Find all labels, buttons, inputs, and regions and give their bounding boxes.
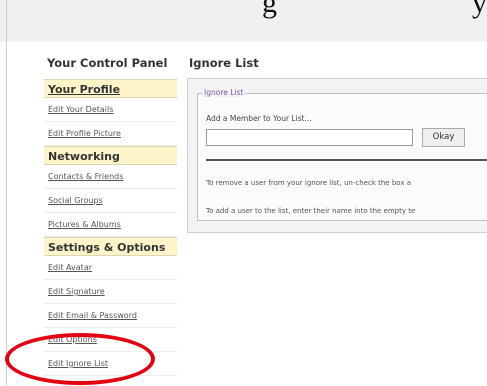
sidebar-item-edit-avatar[interactable]: Edit Avatar [44,256,177,280]
add-member-label: Add a Member to Your List... [206,114,312,123]
section-divider [206,159,487,161]
fieldset-legend: Ignore List [202,88,246,97]
ignore-list-fieldset: Ignore List Add a Member to Your List...… [197,88,487,221]
sidebar: Your Profile Edit Your Details Edit Prof… [44,79,177,376]
left-divider [6,0,7,386]
sidebar-section-networking: Networking [44,146,177,165]
sidebar-section-your-profile[interactable]: Your Profile [44,79,177,98]
help-text-add: To add a user to the list, enter their n… [206,207,416,215]
page-title: Ignore List [189,56,259,70]
ignore-list-panel: Ignore List Add a Member to Your List...… [187,78,487,233]
banner-text: gy [262,0,487,19]
okay-button[interactable]: Okay [422,128,465,147]
highlight-circle-annotation [5,333,155,385]
sidebar-item-edit-profile-picture[interactable]: Edit Profile Picture [44,122,177,146]
sidebar-item-edit-email-password[interactable]: Edit Email & Password [44,304,177,328]
top-banner: gy [0,0,487,42]
help-text-remove: To remove a user from your ignore list, … [206,179,411,187]
sidebar-item-pictures-albums[interactable]: Pictures & Albums [44,213,177,237]
sidebar-item-social-groups[interactable]: Social Groups [44,189,177,213]
sidebar-item-contacts-friends[interactable]: Contacts & Friends [44,165,177,189]
sidebar-section-settings-options: Settings & Options [44,237,177,256]
control-panel-title: Your Control Panel [47,56,168,70]
add-member-input[interactable] [206,129,413,146]
sidebar-item-edit-signature[interactable]: Edit Signature [44,280,177,304]
sidebar-item-edit-your-details[interactable]: Edit Your Details [44,98,177,122]
